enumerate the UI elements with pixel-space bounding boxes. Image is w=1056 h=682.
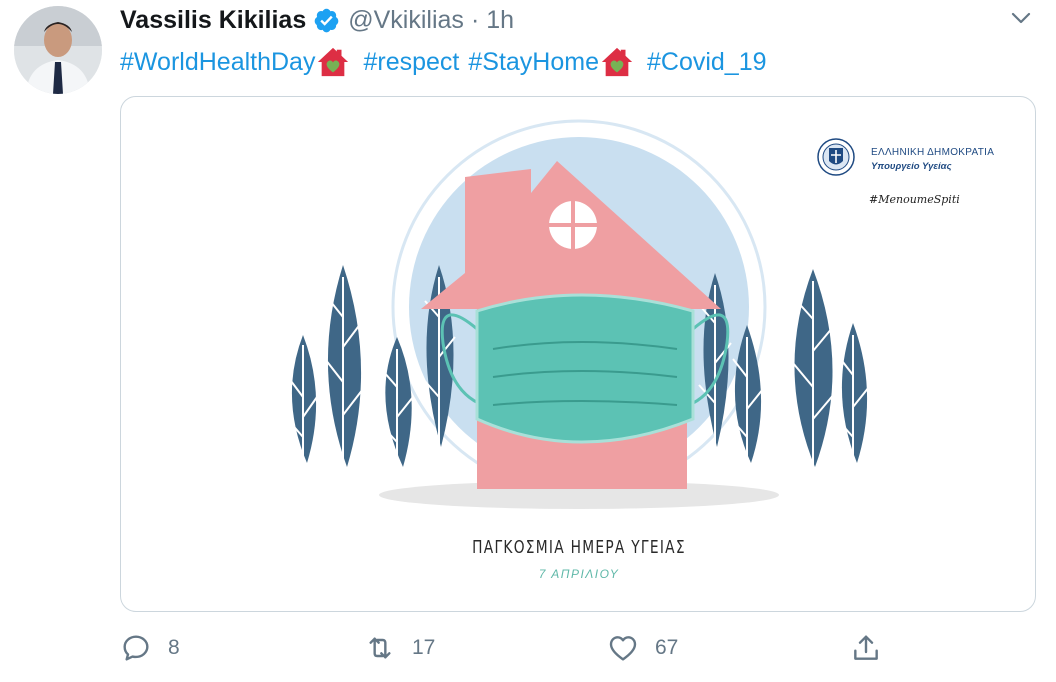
chevron-down-icon[interactable] [1006, 6, 1036, 30]
tweet-media-image[interactable]: ΕΛΛΗΝΙΚΗ ΔΗΜΟΚΡΑΤΙΑ Υπουργείο Υγείας #Me… [120, 96, 1036, 612]
tweet-actions: 8 17 67 [0, 630, 1056, 670]
like-button[interactable]: 67 [607, 630, 678, 666]
avatar[interactable] [14, 6, 102, 94]
tree-icon [836, 323, 870, 463]
hashtag-covid19[interactable]: #Covid_19 [647, 48, 767, 77]
author-handle[interactable]: @Vkikilias [348, 6, 464, 35]
share-icon [854, 635, 878, 660]
separator-dot: · [470, 5, 480, 34]
reply-icon [123, 635, 149, 661]
author-name[interactable]: Vassilis Kikilias [120, 6, 306, 35]
reply-button[interactable]: 8 [120, 630, 180, 666]
tweet-text: #WorldHealthDay #respect #StayHome #Covi… [120, 42, 767, 82]
tree-icon [288, 335, 318, 463]
house-with-heart-icon [601, 47, 633, 77]
image-caption-title: ΠΑΓΚΟΣΜΙΑ ΗΜΕΡΑ ΥΓΕΙΑΣ [472, 537, 686, 558]
image-caption-date: 7 ΑΠΡΙΛΙΟΥ [538, 567, 620, 581]
retweet-count: 17 [412, 636, 436, 659]
tree-icon [382, 337, 414, 467]
tree-icon [324, 265, 364, 467]
avatar-photo [14, 6, 102, 94]
gov-line-2: Υπουργείο Υγείας [871, 160, 952, 172]
hashtag-worldhealthday[interactable]: #WorldHealthDay [120, 48, 315, 77]
retweet-icon [369, 637, 391, 659]
retweet-button[interactable]: 17 [364, 630, 435, 666]
campaign-hashtag: #MenoumeSpiti [869, 193, 960, 206]
house-with-heart-icon [318, 47, 349, 77]
tweet-timestamp[interactable]: 1h [486, 6, 514, 35]
like-count: 67 [655, 636, 679, 659]
heart-icon [609, 636, 637, 661]
hashtag-stayhome[interactable]: #StayHome [468, 48, 599, 77]
gov-line-1: ΕΛΛΗΝΙΚΗ ΔΗΜΟΚΡΑΤΙΑ [871, 146, 995, 158]
reply-count: 8 [168, 636, 180, 659]
share-button[interactable] [850, 630, 882, 666]
tree-icon [792, 269, 836, 467]
verified-badge-icon [314, 8, 339, 32]
tweet-header: Vassilis Kikilias @Vkikilias · 1h [120, 4, 514, 36]
ministry-header: ΕΛΛΗΝΙΚΗ ΔΗΜΟΚΡΑΤΙΑ Υπουργείο Υγείας [821, 139, 994, 179]
face-mask-shape [475, 293, 695, 444]
hashtag-respect[interactable]: #respect [363, 48, 459, 77]
